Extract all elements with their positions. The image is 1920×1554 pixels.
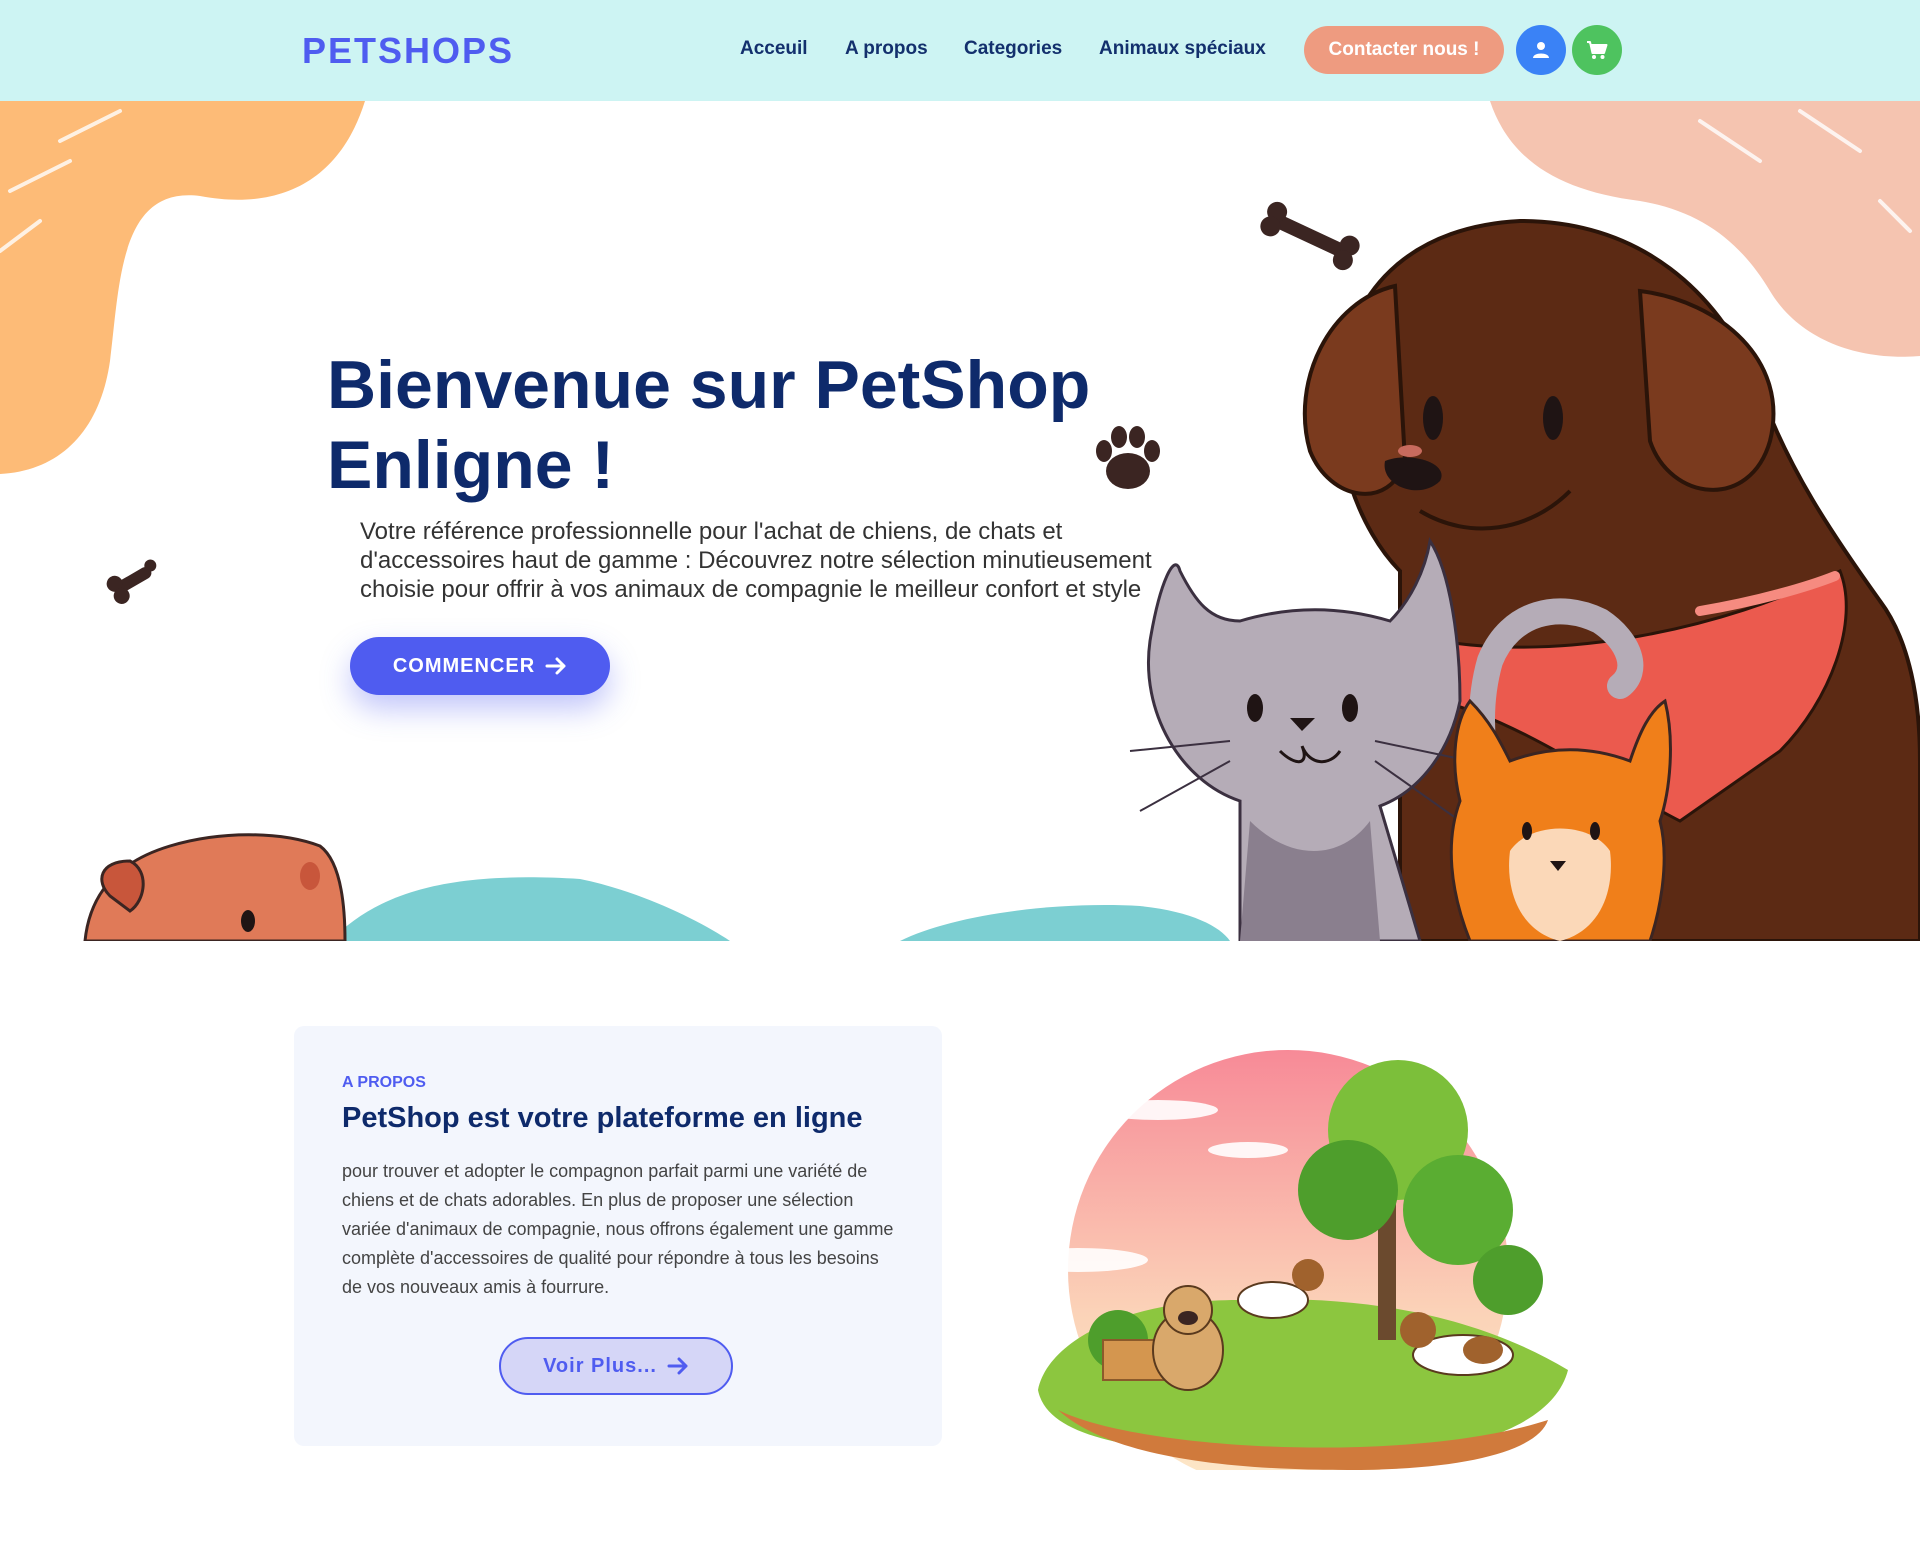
about-kicker: A PROPOS bbox=[342, 1074, 426, 1091]
dogs-island-illustration bbox=[1008, 1050, 1568, 1470]
contact-button[interactable]: Contacter nous ! bbox=[1304, 26, 1504, 74]
hero-section: Bienvenue sur PetShop Enligne ! Votre ré… bbox=[0, 101, 1920, 941]
orange-blob-shape bbox=[0, 101, 365, 474]
voir-plus-button[interactable]: Voir Plus... bbox=[499, 1337, 733, 1395]
cart-icon bbox=[1587, 41, 1608, 59]
cart-button[interactable] bbox=[1572, 25, 1622, 75]
nav-link-a-propos[interactable]: A propos bbox=[845, 38, 928, 60]
start-button[interactable]: COMMENCER bbox=[350, 637, 610, 695]
navbar: PETSHOPS Acceuil A propos Categories Ani… bbox=[0, 0, 1920, 101]
user-icon bbox=[1533, 42, 1549, 58]
brand-logo[interactable]: PETSHOPS bbox=[302, 30, 514, 72]
account-button[interactable] bbox=[1516, 25, 1566, 75]
hero-title: Bienvenue sur PetShop Enligne ! bbox=[327, 347, 1091, 503]
voir-plus-label: Voir Plus... bbox=[543, 1354, 657, 1377]
teal-hill-right bbox=[900, 905, 1230, 941]
small-dog-illustration bbox=[83, 833, 347, 941]
small-bone-icon bbox=[106, 559, 157, 604]
arrow-right-icon bbox=[667, 1357, 688, 1375]
about-title: PetShop est votre plateforme en ligne bbox=[342, 1102, 863, 1134]
about-text: pour trouver et adopter le compagnon par… bbox=[342, 1161, 894, 1297]
about-card: A PROPOS PetShop est votre plateforme en… bbox=[294, 1026, 942, 1446]
arrow-right-icon bbox=[545, 657, 566, 675]
hero-description: Votre référence professionnelle pour l'a… bbox=[360, 518, 1152, 603]
nav-link-animaux-speciaux[interactable]: Animaux spéciaux bbox=[1099, 38, 1266, 60]
nav-link-categories[interactable]: Categories bbox=[964, 38, 1062, 60]
nav-link-acceuil[interactable]: Acceuil bbox=[740, 38, 808, 60]
start-button-label: COMMENCER bbox=[392, 654, 536, 677]
bone-icon bbox=[1260, 201, 1360, 271]
teal-hill-left bbox=[330, 877, 730, 941]
